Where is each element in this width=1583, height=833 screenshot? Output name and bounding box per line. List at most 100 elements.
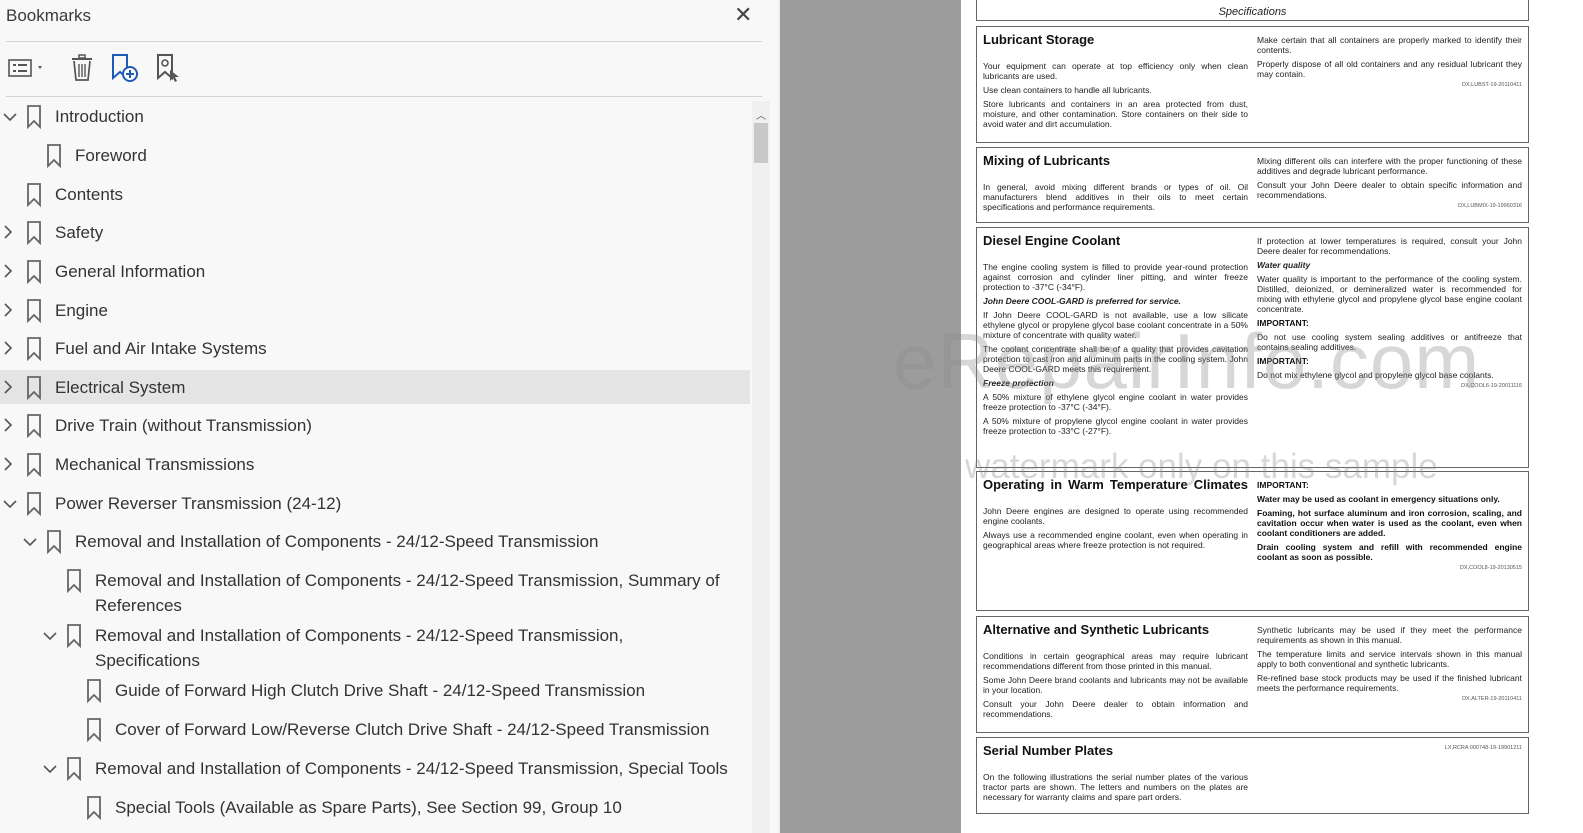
bookmark-icon [26,105,42,130]
section-paragraph: If protection at lower temperatures is r… [1257,236,1522,256]
bookmark-label: Engine [55,301,108,320]
section-paragraph: Mixing different oils can interfere with… [1257,156,1522,176]
scrollbar-thumb[interactable] [754,123,768,163]
bookmark-item[interactable]: Removal and Installation of Components -… [0,751,750,785]
bookmark-item[interactable]: Foreword [0,138,750,172]
section-paragraph: In general, avoid mixing different brand… [983,182,1248,212]
panel-title: Bookmarks [6,6,92,25]
spec-section: Mixing of Lubricants In general, avoid mi… [976,147,1529,223]
bookmark-label: Removal and Installation of Components -… [75,532,599,551]
bookmark-item[interactable]: Drive Train (without Transmission) [0,408,750,442]
section-code: DX,LUBMIX-19-19960316 [1458,203,1522,209]
section-paragraph: Your equipment can operate at top effici… [983,61,1248,81]
bookmark-item[interactable]: General Information [0,254,750,288]
chevron-down-icon[interactable] [42,760,58,780]
bookmark-label: Removal and Installation of Components -… [95,759,728,778]
bookmark-label: Foreword [75,146,147,165]
section-title: Mixing of Lubricants [983,153,1111,168]
bookmark-label: Removal and Installation of Components -… [95,571,720,590]
bookmark-label: Drive Train (without Transmission) [55,416,312,435]
section-paragraph: Consult your John Deere dealer to obtain… [1257,180,1522,200]
bookmark-item[interactable]: Safety [0,215,750,249]
chevron-right-icon[interactable] [2,379,18,399]
section-paragraph: Make certain that all containers are pro… [1257,35,1522,55]
bookmark-options-icon[interactable] [6,52,48,84]
bookmark-label: General Information [55,262,206,281]
bookmarks-panel: Bookmarks ✕ Introduction Foreword Conten… [0,0,778,833]
section-paragraph: Water quality [1257,260,1311,270]
bookmark-icon [46,530,62,555]
chevron-right-icon[interactable] [2,302,18,322]
trash-icon[interactable] [64,52,100,84]
chevron-right-icon[interactable] [2,224,18,244]
bookmark-toolbar [6,52,206,84]
bookmark-icon [26,221,42,246]
section-paragraph: Drain cooling system and refill with rec… [1257,542,1522,562]
close-icon[interactable]: ✕ [734,3,752,27]
bookmark-label-continued: Specifications [95,651,200,670]
divider [6,41,762,42]
section-left-column: Lubricant Storage Your equipment can oper… [983,27,1248,129]
divider [6,96,762,97]
bookmark-item[interactable]: Contents [0,177,750,211]
section-title: Alternative and Synthetic Lubricants [983,622,1210,637]
bookmark-item[interactable]: Mechanical Transmissions [0,447,750,481]
bookmark-icon [26,376,42,401]
section-paragraph: Store lubricants and containers in an ar… [983,99,1248,129]
spec-section: Alternative and Synthetic Lubricants Cond… [976,616,1529,733]
bookmark-item[interactable]: Fuel and Air Intake Systems [0,331,750,365]
section-left-column: Mixing of Lubricants In general, avoid mi… [983,148,1248,212]
section-paragraph: Foaming, hot surface aluminum and iron c… [1257,508,1522,538]
bookmark-icon [26,337,42,362]
chevron-right-icon[interactable] [2,263,18,283]
section-code: DX,COOL8-19-20130515 [1459,565,1522,571]
chevron-down-icon[interactable] [2,495,18,515]
section-paragraph: The temperature limits and service inter… [1257,649,1522,669]
bookmark-item[interactable]: Electrical System [0,370,750,404]
section-left-column: Serial Number Plates On the following ill… [983,738,1248,802]
bookmark-item[interactable]: Special Tools (Available as Spare Parts)… [0,790,750,824]
bookmark-icon [66,624,82,649]
section-paragraph: On the following illustrations the seria… [983,772,1248,802]
find-current-bookmark-icon[interactable] [150,52,186,84]
bookmark-icon [86,679,102,704]
bookmark-item[interactable]: Guide of Forward High Clutch Drive Shaft… [0,673,750,707]
section-paragraph: Conditions in certain geographical areas… [983,651,1248,671]
bookmark-tree: Introduction Foreword Contents Safety Genera… [0,101,752,833]
chevron-right-icon[interactable] [2,340,18,360]
section-title: Lubricant Storage [983,32,1095,47]
bookmark-item[interactable]: Removal and Installation of Components -… [0,563,750,615]
bookmark-icon [86,718,102,743]
chevron-down-icon[interactable] [2,108,18,128]
bookmark-item[interactable]: Removal and Installation of Components -… [0,618,750,670]
bookmark-label: Removal and Installation of Components -… [95,626,624,645]
chevron-right-icon[interactable] [2,456,18,476]
section-paragraph: The engine cooling system is filled to p… [983,262,1248,292]
section-paragraph: Properly dispose of all old containers a… [1257,59,1522,79]
section-paragraph: Some John Deere brand coolants and lubri… [983,675,1248,695]
chevron-down-icon[interactable] [42,627,58,647]
chevron-down-icon[interactable] [22,533,38,553]
bookmark-label: Power Reverser Transmission (24-12) [55,494,342,513]
section-right-column: Make certain that all containers are pro… [1257,31,1522,88]
scroll-up-icon[interactable]: ︿ [756,107,766,122]
bookmark-icon [26,414,42,439]
scrollbar[interactable]: ︿ [752,101,770,833]
section-right-column: Synthetic lubricants may be used if they… [1257,621,1522,702]
bookmark-icon [46,144,62,169]
bookmark-item[interactable]: Introduction [0,101,750,133]
section-paragraph: Always use a recommended engine coolant,… [983,530,1248,550]
chevron-right-icon[interactable] [2,417,18,437]
bookmark-item[interactable]: Power Reverser Transmission (24-12) [0,486,750,520]
watermark-caption: watermark only on this sample [965,447,1438,486]
section-paragraph: Synthetic lubricants may be used if they… [1257,625,1522,645]
bookmark-item[interactable]: Cover of Forward Low/Reverse Clutch Driv… [0,712,750,746]
bookmark-icon [86,796,102,821]
section-paragraph: A 50% mixture of propylene glycol engine… [983,416,1248,436]
bookmark-item[interactable]: Removal and Installation of Components -… [0,524,750,558]
document-background [780,0,961,833]
bookmark-label: Introduction [55,107,144,126]
bookmark-label: Mechanical Transmissions [55,455,255,474]
add-bookmark-icon[interactable] [106,52,142,84]
bookmark-item[interactable]: Engine [0,293,750,327]
